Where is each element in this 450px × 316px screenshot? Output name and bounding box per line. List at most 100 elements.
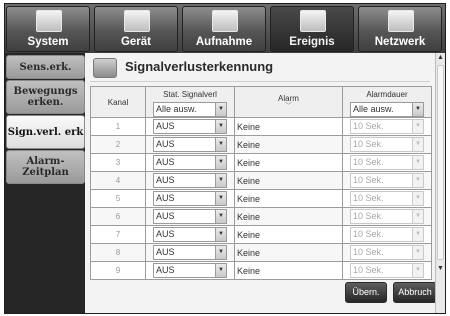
duration-all-select[interactable]: Alle ausw. ▼: [350, 102, 424, 117]
content-panel: Signalverlusterkennung Kanal Stat. Signa…: [85, 53, 437, 313]
chevron-down-icon: ▼: [215, 264, 226, 277]
scrollbar[interactable]: ▲ ▼: [435, 53, 445, 313]
column-header-status: Stat. Signalverl Alle ausw. ▼: [145, 86, 235, 118]
select-value: AUS: [156, 211, 175, 221]
select-value: AUS: [156, 193, 175, 203]
select-value: Alle ausw.: [353, 104, 394, 114]
tab-aufnahme[interactable]: Aufnahme: [182, 6, 266, 52]
cell-alarm: Keine: [234, 225, 343, 244]
chevron-down-icon: ▼: [215, 103, 226, 116]
status-select[interactable]: AUS ▼: [153, 227, 227, 242]
page-title: Signalverlusterkennung: [125, 59, 274, 74]
cell-kanal: 8: [90, 243, 146, 262]
duration-select[interactable]: 10 Sek. ▼: [350, 155, 424, 170]
header-label: Alarmdauer: [366, 90, 408, 99]
status-select[interactable]: AUS ▼: [153, 119, 227, 134]
cell-kanal: 6: [90, 207, 146, 226]
sidebar-item-alarm-zeitplan[interactable]: Alarm-Zeitplan: [6, 150, 85, 184]
select-value: AUS: [156, 247, 175, 257]
cancel-button[interactable]: Abbruch: [393, 282, 437, 303]
table-row: 7 AUS ▼ Keine 10 Sek. ▼: [90, 225, 432, 244]
chevron-down-icon[interactable]: ﹀: [235, 103, 342, 111]
cell-kanal: 4: [90, 171, 146, 190]
status-select[interactable]: AUS ▼: [153, 209, 227, 224]
table-row: 1 AUS ▼ Keine 10 Sek. ▼: [90, 117, 432, 136]
select-value: AUS: [156, 139, 175, 149]
table-row: 3 AUS ▼ Keine 10 Sek. ▼: [90, 153, 432, 172]
apply-button[interactable]: Übern.: [345, 282, 387, 303]
cell-duration: 10 Sek. ▼: [342, 171, 432, 190]
chevron-down-icon: ▼: [412, 192, 423, 205]
duration-select[interactable]: 10 Sek. ▼: [350, 137, 424, 152]
cell-status: AUS ▼: [145, 189, 235, 208]
tab-label: Ereignis: [289, 36, 335, 48]
cell-duration: 10 Sek. ▼: [342, 117, 432, 136]
duration-select[interactable]: 10 Sek. ▼: [350, 191, 424, 206]
table-row: 6 AUS ▼ Keine 10 Sek. ▼: [90, 207, 432, 226]
status-select[interactable]: AUS ▼: [153, 173, 227, 188]
cell-status: AUS ▼: [145, 225, 235, 244]
cell-duration: 10 Sek. ▼: [342, 261, 432, 280]
duration-select[interactable]: 10 Sek. ▼: [350, 173, 424, 188]
table-row: 4 AUS ▼ Keine 10 Sek. ▼: [90, 171, 432, 190]
chevron-down-icon: ▼: [412, 138, 423, 151]
network-icon: [388, 10, 414, 32]
cell-alarm: Keine: [234, 189, 343, 208]
chevron-down-icon: ▼: [412, 210, 423, 223]
duration-select[interactable]: 10 Sek. ▼: [350, 227, 424, 242]
select-value: 10 Sek.: [353, 247, 384, 257]
select-value: 10 Sek.: [353, 157, 384, 167]
cell-status: AUS ▼: [145, 153, 235, 172]
duration-select[interactable]: 10 Sek. ▼: [350, 209, 424, 224]
select-value: 10 Sek.: [353, 175, 384, 185]
cell-status: AUS ▼: [145, 243, 235, 262]
monitor-icon: [36, 10, 62, 32]
chevron-down-icon: ▼: [412, 246, 423, 259]
tab-system[interactable]: System: [6, 6, 90, 52]
sidebar-item-sens-erk[interactable]: Sens.erk.: [6, 55, 85, 79]
sidebar: Sens.erk. Bewegungs erken. Sign.verl. er…: [5, 53, 85, 313]
divider: [90, 81, 430, 82]
duration-select[interactable]: 10 Sek. ▼: [350, 119, 424, 134]
cell-status: AUS ▼: [145, 261, 235, 280]
column-header-duration: Alarmdauer Alle ausw. ▼: [342, 86, 432, 118]
duration-select[interactable]: 10 Sek. ▼: [350, 263, 424, 278]
cell-kanal: 5: [90, 189, 146, 208]
table-row: 8 AUS ▼ Keine 10 Sek. ▼: [90, 243, 432, 262]
tab-geraet[interactable]: Gerät: [94, 6, 178, 52]
chevron-down-icon: ▼: [412, 264, 423, 277]
chevron-down-icon: ▼: [215, 228, 226, 241]
tab-label: Netzwerk: [374, 36, 426, 48]
select-value: 10 Sek.: [353, 265, 384, 275]
status-all-select[interactable]: Alle ausw. ▼: [153, 102, 227, 117]
cell-duration: 10 Sek. ▼: [342, 207, 432, 226]
status-select[interactable]: AUS ▼: [153, 155, 227, 170]
table-row: 5 AUS ▼ Keine 10 Sek. ▼: [90, 189, 432, 208]
sidebar-item-bewegungserkennung[interactable]: Bewegungs erken.: [6, 80, 85, 114]
chevron-down-icon: ▼: [412, 174, 423, 187]
status-select[interactable]: AUS ▼: [153, 137, 227, 152]
select-value: AUS: [156, 175, 175, 185]
select-value: Alle ausw.: [156, 104, 197, 114]
table-body: 1 AUS ▼ Keine 10 Sek. ▼ 2 AUS ▼ Keine 10 Sek. ▼ 3 AUS…: [90, 117, 432, 280]
cell-kanal: 1: [90, 117, 146, 136]
tab-ereignis[interactable]: Ereignis: [270, 6, 354, 52]
duration-select[interactable]: 10 Sek. ▼: [350, 245, 424, 260]
scroll-down-icon[interactable]: ▼: [436, 264, 445, 274]
cell-alarm: Keine: [234, 171, 343, 190]
channel-table: Kanal Stat. Signalverl Alle ausw. ▼ Alar…: [90, 86, 432, 280]
status-select[interactable]: AUS ▼: [153, 263, 227, 278]
status-select[interactable]: AUS ▼: [153, 245, 227, 260]
cell-alarm: Keine: [234, 135, 343, 154]
scroll-thumb[interactable]: [437, 65, 444, 260]
scroll-up-icon[interactable]: ▲: [436, 53, 445, 63]
tab-netzwerk[interactable]: Netzwerk: [358, 6, 442, 52]
header-label: Alarm: [278, 93, 299, 103]
sidebar-item-signalverlust[interactable]: Sign.verl. erk: [6, 115, 85, 149]
cell-alarm: Keine: [234, 261, 343, 280]
status-select[interactable]: AUS ▼: [153, 191, 227, 206]
table-row: 9 AUS ▼ Keine 10 Sek. ▼: [90, 261, 432, 280]
chevron-down-icon[interactable]: ▼: [412, 103, 423, 116]
chevron-down-icon: ▼: [412, 120, 423, 133]
camera-icon: [124, 10, 150, 32]
